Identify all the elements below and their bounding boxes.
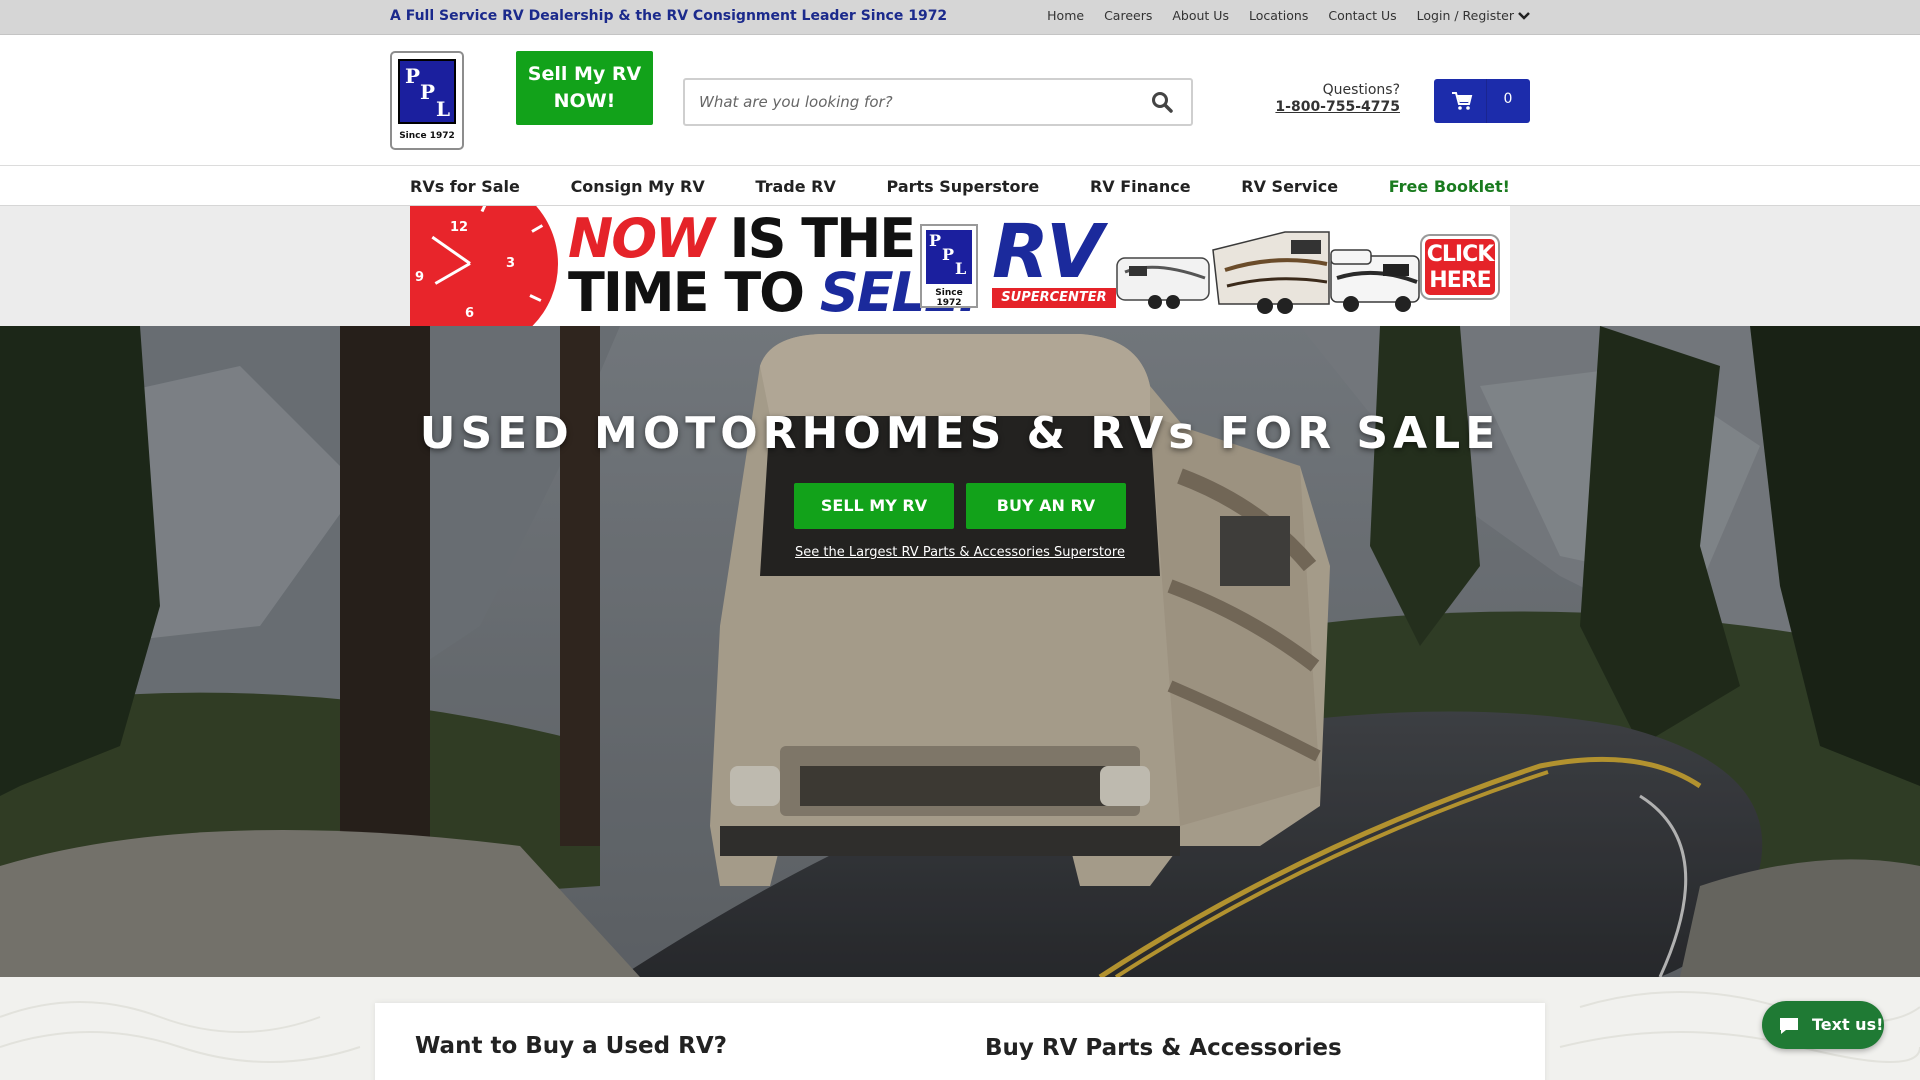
clock-hand bbox=[434, 262, 471, 285]
clock-tick bbox=[531, 224, 544, 233]
top-link-careers[interactable]: Careers bbox=[1104, 8, 1152, 23]
logo-since: Since 1972 bbox=[399, 131, 455, 141]
logo-mark: P P L bbox=[398, 59, 456, 124]
headline-time-to: TIME TO bbox=[568, 261, 805, 324]
clock-number: 9 bbox=[415, 270, 425, 285]
content-card: Want to Buy a Used RV? Buy RV Parts & Ac… bbox=[375, 1003, 1545, 1080]
parts-superstore-link[interactable]: See the Largest RV Parts & Accessories S… bbox=[0, 545, 1920, 560]
search-input[interactable] bbox=[699, 90, 1129, 114]
nav-item-parts-superstore[interactable]: Parts Superstore bbox=[887, 177, 1040, 196]
questions-label: Questions? bbox=[1322, 82, 1400, 98]
banner-since: Since 1972 bbox=[935, 288, 963, 308]
buy-used-rv-heading: Want to Buy a Used RV? bbox=[415, 1033, 727, 1059]
top-links: Home Careers About Us Locations Contact … bbox=[1047, 8, 1530, 23]
top-link-about-us[interactable]: About Us bbox=[1172, 8, 1229, 23]
nav-item-consign-my-rv[interactable]: Consign My RV bbox=[571, 177, 705, 196]
clock-number: 12 bbox=[450, 220, 469, 235]
nav-item-rvs-for-sale[interactable]: RVs for Sale bbox=[410, 177, 520, 196]
text-us-chat-button[interactable]: Text us! bbox=[1762, 1001, 1884, 1049]
buy-an-rv-button[interactable]: BUY AN RV bbox=[966, 483, 1126, 529]
sell-now-line2: NOW! bbox=[553, 90, 616, 112]
sell-my-rv-button[interactable]: SELL MY RV bbox=[794, 483, 954, 529]
search-box bbox=[683, 78, 1193, 126]
clock-hand bbox=[431, 235, 471, 265]
rv-lineup-image bbox=[1116, 231, 1420, 314]
logo-letter: P bbox=[929, 231, 942, 250]
logo-letter: L bbox=[955, 259, 967, 278]
sell-my-rv-now-button[interactable]: Sell My RV NOW! bbox=[516, 51, 653, 125]
logo-letter: P bbox=[420, 80, 436, 104]
site-header: P P L Since 1972 Sell My RV NOW! Questio… bbox=[0, 35, 1920, 166]
clock-number: 3 bbox=[506, 256, 516, 271]
login-register-label: Login / Register bbox=[1416, 8, 1514, 23]
top-link-locations[interactable]: Locations bbox=[1249, 8, 1308, 23]
phone-link[interactable]: 1-800-755-4775 bbox=[1230, 99, 1400, 115]
content-section: Want to Buy a Used RV? Buy RV Parts & Ac… bbox=[0, 977, 1920, 1080]
top-bar: A Full Service RV Dealership & the RV Co… bbox=[0, 0, 1920, 35]
buy-parts-heading: Buy RV Parts & Accessories bbox=[985, 1035, 1342, 1061]
banner-headline: NOW IS THE TIME TO SELL! bbox=[568, 212, 981, 320]
main-nav: RVs for Sale Consign My RV Trade RV Part… bbox=[0, 166, 1920, 206]
nav-item-trade-rv[interactable]: Trade RV bbox=[755, 177, 835, 196]
ppl-logo[interactable]: P P L Since 1972 bbox=[390, 51, 464, 150]
questions-contact: Questions? 1-800-755-4775 bbox=[1230, 82, 1400, 115]
hero-section: USED MOTORHOMES & RVs FOR SALE SELL MY R… bbox=[0, 326, 1920, 977]
nav-item-free-booklet[interactable]: Free Booklet! bbox=[1389, 177, 1510, 196]
clock-tick bbox=[529, 294, 542, 302]
top-link-contact-us[interactable]: Contact Us bbox=[1328, 8, 1396, 23]
login-register-menu[interactable]: Login / Register bbox=[1417, 8, 1530, 23]
banner-supercenter: SUPERCENTER bbox=[992, 288, 1116, 308]
sell-promo-banner[interactable]: 12 3 6 9 NOW IS THE TIME TO SELL! P P L … bbox=[410, 206, 1510, 326]
nav-item-rv-service[interactable]: RV Service bbox=[1241, 177, 1338, 196]
clock-number: 6 bbox=[465, 306, 475, 321]
search-icon[interactable] bbox=[1151, 91, 1173, 113]
logo-letter: L bbox=[436, 97, 451, 121]
banner-ppl-logo: P P L Since 1972 bbox=[920, 224, 978, 308]
clock-tick bbox=[480, 206, 489, 213]
hero-title: USED MOTORHOMES & RVs FOR SALE bbox=[419, 408, 1501, 459]
logo-letter: P bbox=[942, 245, 955, 264]
click-here-badge[interactable]: CLICK HERE bbox=[1422, 236, 1498, 298]
cart-button[interactable]: 0 bbox=[1434, 79, 1530, 123]
click-line1: CLICK bbox=[1426, 242, 1495, 267]
promo-banner-area: 12 3 6 9 NOW IS THE TIME TO SELL! P P L … bbox=[0, 206, 1920, 326]
chevron-down-icon bbox=[1518, 11, 1530, 20]
nav-item-rv-finance[interactable]: RV Finance bbox=[1090, 177, 1191, 196]
logo-letter: P bbox=[405, 64, 421, 88]
text-us-label: Text us! bbox=[1812, 1015, 1884, 1034]
tagline: A Full Service RV Dealership & the RV Co… bbox=[390, 8, 948, 24]
cart-count: 0 bbox=[1503, 91, 1513, 107]
top-link-home[interactable]: Home bbox=[1047, 8, 1084, 23]
cart-icon bbox=[1452, 92, 1473, 110]
clock-graphic: 12 3 6 9 bbox=[410, 206, 558, 326]
chat-bubble-icon bbox=[1780, 1018, 1798, 1034]
banner-rv-word: RV bbox=[992, 209, 1103, 295]
click-line2: HERE bbox=[1429, 268, 1491, 293]
sell-now-line1: Sell My RV bbox=[527, 63, 642, 85]
